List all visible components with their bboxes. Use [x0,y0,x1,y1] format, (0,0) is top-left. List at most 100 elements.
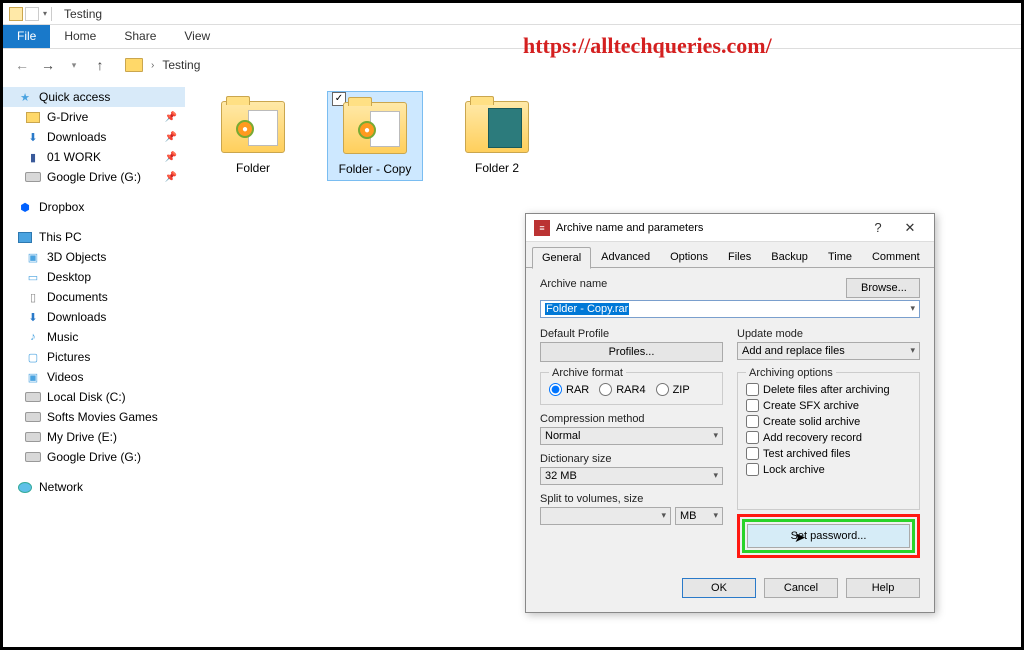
up-button[interactable]: ↑ [91,57,109,73]
sidebar-label: This PC [39,230,82,244]
sidebar-item-softs[interactable]: Softs Movies Games [3,407,185,427]
compression-combo[interactable]: Normal▾ [540,427,723,445]
check-solid[interactable]: Create solid archive [746,415,911,428]
radio-rar4[interactable]: RAR4 [599,383,645,396]
tab-advanced[interactable]: Advanced [591,246,660,268]
pin-icon: 📌 [165,172,177,183]
network-icon [17,480,33,494]
dialog-footer: OK Cancel Help [526,568,934,612]
sidebar-dropbox[interactable]: ⬢Dropbox [3,197,185,217]
tab-view[interactable]: View [170,25,224,48]
tab-options[interactable]: Options [660,246,718,268]
check-lock[interactable]: Lock archive [746,463,911,476]
sidebar-label: Network [39,480,83,494]
tab-share[interactable]: Share [110,25,170,48]
split-unit-combo[interactable]: MB▾ [675,507,723,525]
chevron-down-icon[interactable]: ▾ [910,303,915,315]
sidebar-network[interactable]: Network [3,477,185,497]
sidebar-item-mydrive[interactable]: My Drive (E:) [3,427,185,447]
tab-files[interactable]: Files [718,246,761,268]
drive-icon [25,390,41,404]
folder-icon [125,58,143,72]
document-icon: ▯ [25,290,41,304]
ok-button[interactable]: OK [682,578,756,598]
sidebar-item-desktop[interactable]: ▭Desktop [3,267,185,287]
download-icon: ⬇ [25,130,41,144]
split-size-combo[interactable]: ▾ [540,507,671,525]
chevron-down-icon: ▾ [713,430,718,442]
browse-button[interactable]: Browse... [846,278,920,298]
recent-dropdown[interactable]: ▾ [65,60,83,71]
folder-icon [25,110,41,124]
folder-icon: ● [221,101,285,153]
sidebar-item-music[interactable]: ♪Music [3,327,185,347]
profiles-button[interactable]: Profiles... [540,342,723,362]
sidebar-label: Desktop [47,270,91,284]
format-legend: Archive format [549,367,626,379]
sidebar-label: Pictures [47,350,90,364]
sidebar-label: Documents [47,290,108,304]
chevron-down-icon[interactable]: ▾ [43,9,47,18]
radio-zip[interactable]: ZIP [656,383,690,396]
sidebar-item-work[interactable]: ▮01 WORK📌 [3,147,185,167]
folder-item-selected[interactable]: ✓ ● Folder - Copy [327,91,423,181]
sidebar-item-pictures[interactable]: ▢Pictures [3,347,185,367]
music-icon: ♪ [25,330,41,344]
qat-icon[interactable] [25,7,39,21]
tab-comment[interactable]: Comment [862,246,930,268]
sidebar-label: Softs Movies Games [47,410,158,424]
forward-button[interactable]: → [39,57,57,73]
tab-backup[interactable]: Backup [761,246,818,268]
folder-icon [9,7,23,21]
folder-icon: ● [343,102,407,154]
tab-time[interactable]: Time [818,246,862,268]
sidebar-label: Google Drive (G:) [47,450,141,464]
sidebar-item-videos[interactable]: ▣Videos [3,367,185,387]
split-label: Split to volumes, size [540,493,723,505]
address-bar[interactable]: › Testing [125,58,200,72]
window-titlebar: ▾ Testing [3,3,1021,25]
set-password-highlight: ➤Set password... [737,514,920,558]
sidebar-label: G-Drive [47,110,88,124]
folder-item[interactable]: Folder 2 [449,91,545,179]
sidebar-item-googledrive-pc[interactable]: Google Drive (G:) [3,447,185,467]
tab-home[interactable]: Home [50,25,110,48]
check-recovery[interactable]: Add recovery record [746,431,911,444]
sidebar-quick-access[interactable]: ★Quick access [3,87,185,107]
back-button[interactable]: ← [13,57,31,73]
archive-format-group: Archive format RAR RAR4 ZIP [540,372,723,405]
close-button[interactable]: ✕ [894,220,926,236]
check-test[interactable]: Test archived files [746,447,911,460]
sidebar-item-gdrive[interactable]: G-Drive📌 [3,107,185,127]
dialog-title: Archive name and parameters [556,222,703,234]
sidebar-item-downloads[interactable]: ⬇Downloads📌 [3,127,185,147]
dictionary-combo[interactable]: 32 MB▾ [540,467,723,485]
archive-name-label: Archive name [540,278,832,290]
archive-name-input[interactable]: Folder - Copy.rar▾ [540,300,920,318]
navigation-bar: ← → ▾ ↑ › Testing [3,49,1021,81]
tab-file[interactable]: File [3,25,50,48]
help-button[interactable]: ? [862,220,894,235]
check-delete-after[interactable]: Delete files after archiving [746,383,911,396]
update-mode-combo[interactable]: Add and replace files▾ [737,342,920,360]
sidebar-item-documents[interactable]: ▯ Documents [3,287,185,307]
radio-rar[interactable]: RAR [549,383,589,396]
sidebar-this-pc[interactable]: This PC [3,227,185,247]
sidebar-item-googledrive[interactable]: Google Drive (G:) 📌 [3,167,185,187]
download-icon: ⬇ [25,310,41,324]
dialog-titlebar[interactable]: ≡ Archive name and parameters ? ✕ [526,214,934,242]
tab-general[interactable]: General [532,247,591,269]
cancel-button[interactable]: Cancel [764,578,838,598]
sidebar-item-downloads-pc[interactable]: ⬇Downloads [3,307,185,327]
separator [51,7,52,21]
sidebar-item-localdisk[interactable]: Local Disk (C:) [3,387,185,407]
help-button[interactable]: Help [846,578,920,598]
cursor-icon: ➤ [794,529,806,546]
sidebar-label: Google Drive (G:) [47,170,141,184]
check-sfx[interactable]: Create SFX archive [746,399,911,412]
folder-item[interactable]: ● Folder [205,91,301,179]
set-password-button[interactable]: ➤Set password... [747,524,910,548]
sidebar-item-3dobjects[interactable]: ▣3D Objects [3,247,185,267]
sidebar-label: My Drive (E:) [47,430,117,444]
breadcrumb-current[interactable]: Testing [162,58,200,72]
